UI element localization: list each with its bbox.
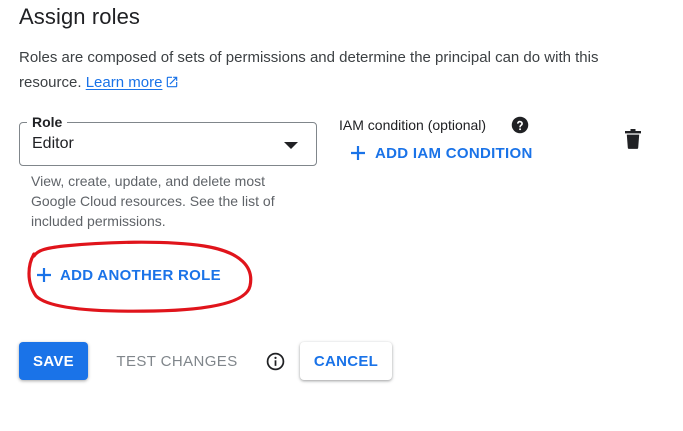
page-title: Assign roles [19, 4, 141, 29]
cancel-button[interactable]: CANCEL [300, 342, 392, 380]
help-icon[interactable] [511, 116, 529, 134]
role-value: Editor [32, 135, 74, 152]
learn-more-link[interactable]: Learn more [86, 74, 180, 91]
add-iam-condition-label: ADD IAM CONDITION [375, 144, 533, 162]
add-iam-condition-button[interactable]: ADD IAM CONDITION [349, 142, 533, 164]
add-another-role-label: ADD ANOTHER ROLE [60, 266, 221, 284]
plus-icon [37, 268, 51, 282]
trash-icon[interactable] [624, 129, 642, 149]
info-icon[interactable] [266, 352, 285, 371]
add-another-role-button[interactable]: ADD ANOTHER ROLE [35, 264, 221, 286]
chevron-down-icon [284, 142, 298, 149]
description: Roles are composed of sets of permission… [19, 45, 659, 95]
save-button[interactable]: SAVE [19, 342, 88, 380]
role-label: Role [27, 113, 68, 131]
test-changes-button[interactable]: TEST CHANGES [108, 342, 246, 380]
external-link-icon [167, 76, 178, 88]
plus-icon [351, 146, 365, 160]
learn-more-label: Learn more [85, 74, 163, 91]
role-select[interactable]: Role Editor [19, 113, 317, 166]
assign-roles-panel: Assign roles Roles are composed of sets … [0, 0, 683, 431]
role-helper-text: View, create, update, and delete most Go… [31, 173, 275, 229]
iam-condition-label: IAM condition (optional) [339, 117, 487, 133]
